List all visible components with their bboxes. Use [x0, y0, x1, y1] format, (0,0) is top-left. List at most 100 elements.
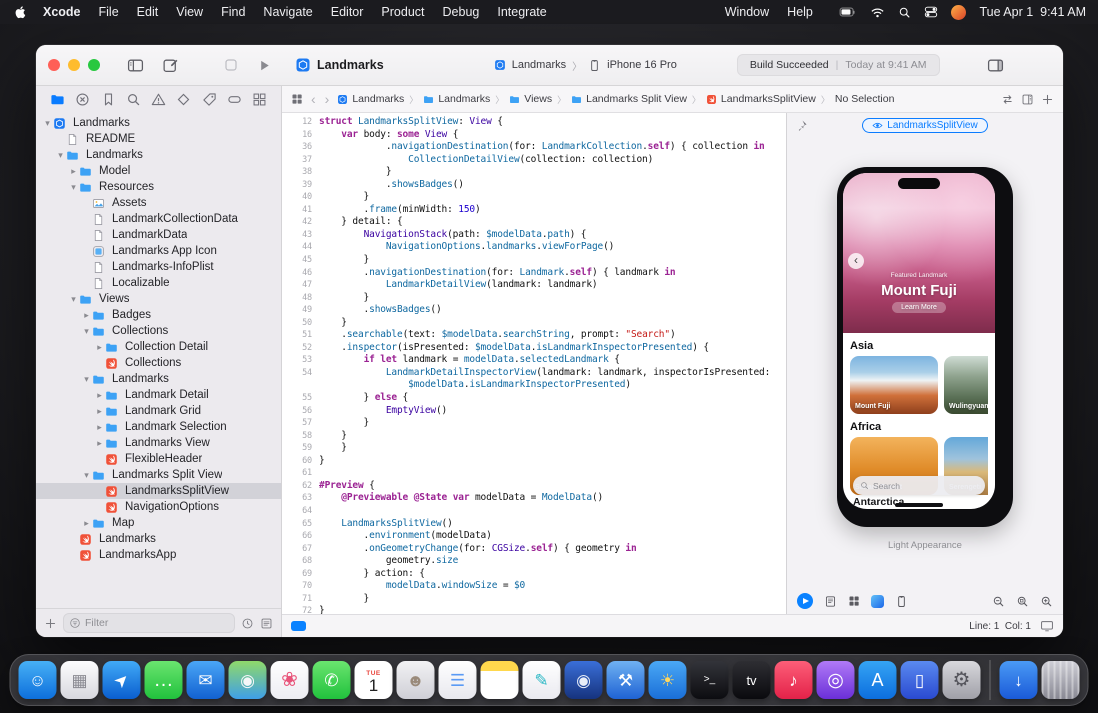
forward-button[interactable]: › — [324, 92, 331, 106]
menu-product[interactable]: Product — [372, 5, 433, 19]
control-center-icon[interactable] — [924, 5, 938, 19]
menu-bar-clock[interactable]: Tue Apr 1 9:41 AM — [979, 5, 1086, 19]
navigator-tab-find[interactable] — [126, 92, 141, 107]
stop-button[interactable] — [214, 57, 248, 73]
menu-window[interactable]: Window — [716, 5, 778, 19]
zoom-button[interactable] — [88, 59, 100, 71]
menu-navigate[interactable]: Navigate — [254, 5, 321, 19]
search-icon[interactable] — [898, 6, 911, 19]
disclosure-open-icon[interactable]: ▾ — [81, 374, 92, 385]
source-control-filter-icon[interactable] — [260, 617, 273, 630]
navigator-tab-bookmarks[interactable] — [101, 92, 116, 107]
color-scheme-variants-icon[interactable] — [871, 595, 884, 608]
tree-item-badges[interactable]: ▸Badges — [36, 307, 281, 323]
tree-item-landmark-selection[interactable]: ▸Landmark Selection — [36, 419, 281, 435]
wifi-icon[interactable] — [870, 5, 885, 20]
pin-preview-icon[interactable] — [795, 119, 808, 132]
tree-item-landmarkcollectiondata[interactable]: LandmarkCollectionData — [36, 211, 281, 227]
tree-item-landmarks[interactable]: ▾Landmarks — [36, 371, 281, 387]
dock-safari-icon[interactable]: ➤ — [103, 661, 141, 699]
dock-settings-icon[interactable]: ⚙ — [943, 661, 981, 699]
tree-item-map[interactable]: ▸Map — [36, 515, 281, 531]
jump-bar-item-landmarks[interactable]: Landmarks — [337, 93, 404, 105]
tree-item-landmark-detail[interactable]: ▸Landmark Detail — [36, 387, 281, 403]
activity-view[interactable]: Build Succeeded | Today at 9:41 AM — [737, 54, 940, 76]
preview-badge[interactable]: LandmarksSplitView — [862, 118, 987, 133]
dock-photo-booth-icon[interactable]: ◉ — [565, 661, 603, 699]
navigator-tab-tests[interactable] — [176, 92, 191, 107]
navigator-tab-project-navigator[interactable] — [50, 92, 65, 107]
dock-music-icon[interactable]: ♪ — [775, 661, 813, 699]
tree-item-landmark-grid[interactable]: ▸Landmark Grid — [36, 403, 281, 419]
disclosure-closed-icon[interactable]: ▸ — [94, 406, 105, 417]
disclosure-closed-icon[interactable]: ▸ — [94, 342, 105, 353]
learn-more-button[interactable]: Learn More — [892, 302, 946, 313]
zoom-fit-icon[interactable] — [1016, 595, 1029, 608]
device-settings-icon[interactable] — [895, 595, 908, 608]
run-button[interactable] — [248, 58, 281, 73]
tree-item-views[interactable]: ▾Views — [36, 291, 281, 307]
dock-notes-icon[interactable]: ☰ — [481, 661, 519, 699]
navigator-tab-debug[interactable] — [202, 92, 217, 107]
navigator-tab-source-control[interactable] — [75, 92, 90, 107]
variants-grid-icon[interactable] — [848, 595, 860, 607]
disclosure-open-icon[interactable]: ▾ — [81, 326, 92, 337]
dock-weather-icon[interactable]: ☀ — [649, 661, 687, 699]
editor-swap-icon[interactable] — [1001, 93, 1014, 106]
tree-item-collections[interactable]: Collections — [36, 355, 281, 371]
zoom-out-icon[interactable] — [992, 595, 1005, 608]
dock-photos-icon[interactable]: ❀ — [271, 661, 309, 699]
featured-landmark-hero[interactable]: ‹ Featured Landmark Mount Fuji Learn Mor… — [843, 173, 995, 333]
apple-menu-icon[interactable] — [14, 5, 34, 19]
minimize-button[interactable] — [68, 59, 80, 71]
live-preview-button[interactable] — [797, 593, 813, 609]
source-editor[interactable]: 12struct LandmarksSplitView: View {16 va… — [282, 113, 786, 614]
disclosure-closed-icon[interactable]: ▸ — [94, 422, 105, 433]
jump-bar-item-landmarkssplitview[interactable]: LandmarksSplitView — [706, 93, 816, 105]
scheme-selector[interactable]: Landmarks 〉 iPhone 16 Pro — [494, 58, 677, 73]
dock-tv-icon[interactable]: tv — [733, 661, 771, 699]
disclosure-open-icon[interactable]: ▾ — [68, 182, 79, 193]
dock-reminders-icon[interactable]: ☰ — [439, 661, 477, 699]
tree-item-landmarks-view[interactable]: ▸Landmarks View — [36, 435, 281, 451]
dock-podcasts-icon[interactable]: ◎ — [817, 661, 855, 699]
device-preview-icon[interactable] — [1040, 619, 1054, 633]
disclosure-closed-icon[interactable]: ▸ — [81, 518, 92, 529]
adjust-editor-icon[interactable] — [1021, 93, 1034, 106]
tree-item-resources[interactable]: ▾Resources — [36, 179, 281, 195]
disclosure-closed-icon[interactable]: ▸ — [94, 438, 105, 449]
dock-contacts-icon[interactable]: ☻ — [397, 661, 435, 699]
tree-item-flexibleheader[interactable]: FlexibleHeader — [36, 451, 281, 467]
back-button[interactable]: ‹ — [310, 92, 317, 106]
tree-item-readme[interactable]: README — [36, 131, 281, 147]
filter-input[interactable]: Filter — [63, 613, 235, 633]
related-items-icon[interactable] — [291, 93, 303, 105]
menu-help[interactable]: Help — [778, 5, 822, 19]
tree-item-collection-detail[interactable]: ▸Collection Detail — [36, 339, 281, 355]
disclosure-closed-icon[interactable]: ▸ — [68, 166, 79, 177]
disclosure-closed-icon[interactable]: ▸ — [94, 390, 105, 401]
jump-bar-item-views[interactable]: Views — [509, 93, 552, 105]
dock-mail-icon[interactable]: ✉ — [187, 661, 225, 699]
jump-bar-item-landmarks[interactable]: Landmarks — [423, 93, 490, 105]
dock-freeform-icon[interactable]: ✎ — [523, 661, 561, 699]
sidebar-toggle-icon[interactable] — [118, 57, 153, 74]
menu-find[interactable]: Find — [212, 5, 254, 19]
back-chevron-button[interactable]: ‹ — [848, 253, 864, 269]
disclosure-closed-icon[interactable]: ▸ — [81, 310, 92, 321]
disclosure-open-icon[interactable]: ▾ — [68, 294, 79, 305]
tree-item-landmarkdata[interactable]: LandmarkData — [36, 227, 281, 243]
navigator-tab-breakpoints[interactable] — [227, 92, 242, 107]
dock-app-store-icon[interactable]: A — [859, 661, 897, 699]
dock-messages-icon[interactable]: … — [145, 661, 183, 699]
disclosure-open-icon[interactable]: ▾ — [81, 470, 92, 481]
menu-debug[interactable]: Debug — [434, 5, 489, 19]
menu-editor[interactable]: Editor — [322, 5, 373, 19]
dock-simulator-icon[interactable]: ▯ — [901, 661, 939, 699]
disclosure-open-icon[interactable]: ▾ — [42, 118, 53, 129]
tree-item-landmarks[interactable]: Landmarks — [36, 531, 281, 547]
tree-item-landmarks-infoplist[interactable]: Landmarks-InfoPlist — [36, 259, 281, 275]
tree-item-navigationoptions[interactable]: NavigationOptions — [36, 499, 281, 515]
menu-view[interactable]: View — [167, 5, 212, 19]
editor-focus-icon[interactable] — [291, 621, 306, 631]
